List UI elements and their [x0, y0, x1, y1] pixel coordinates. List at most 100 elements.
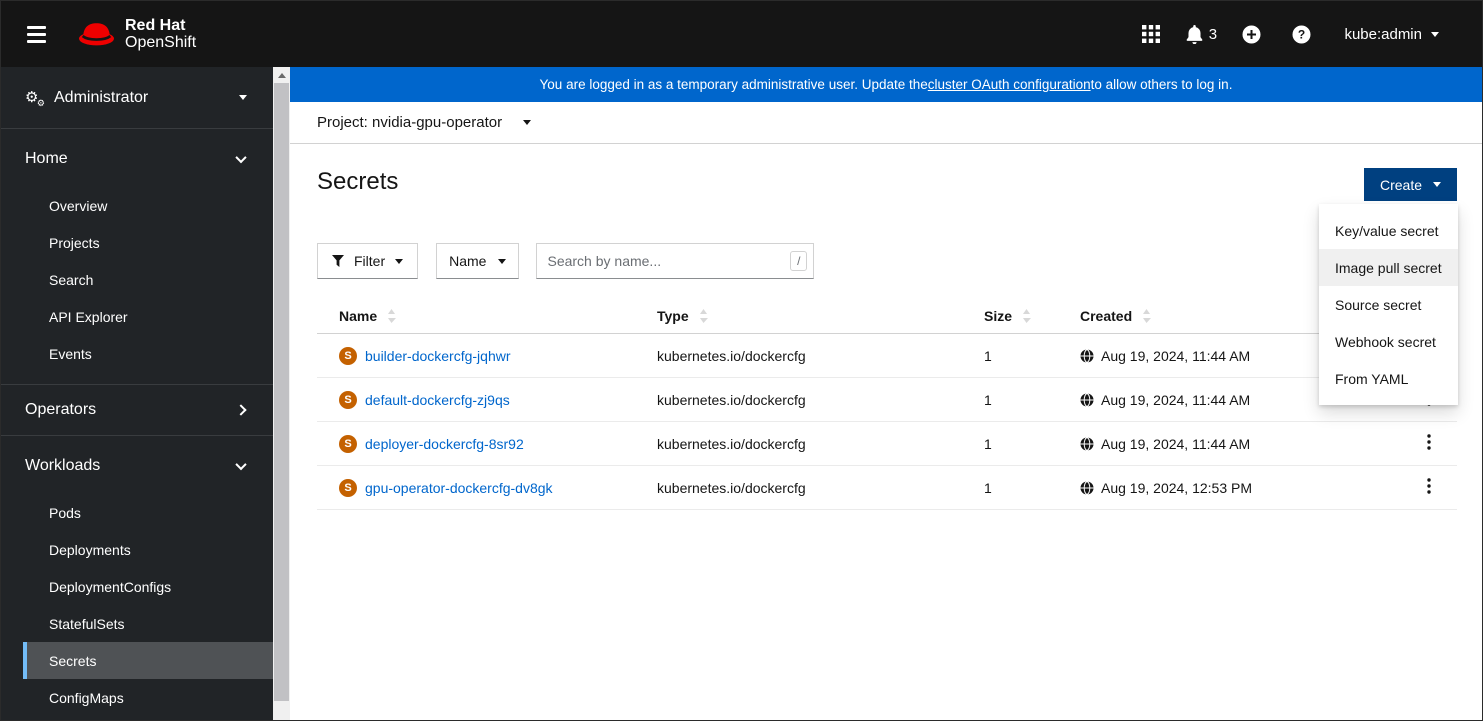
search-field-select[interactable]: Name — [436, 243, 520, 279]
secret-size: 1 — [984, 347, 992, 364]
sort-arrows-icon — [1023, 309, 1032, 323]
sidebar-item-pods[interactable]: Pods — [1, 494, 273, 531]
sort-arrows-icon — [699, 309, 708, 323]
filter-funnel-icon — [332, 255, 344, 267]
login-banner: You are logged in as a temporary adminis… — [290, 67, 1482, 102]
search-field-caret-icon — [498, 258, 507, 264]
table-header-row: Name Type Size Created — [317, 299, 1457, 334]
create-button-label: Create — [1379, 176, 1422, 193]
secret-type: kubernetes.io/dockercfg — [657, 347, 806, 364]
project-caret-icon — [523, 120, 532, 125]
row-kebab-menu-button[interactable] — [1417, 472, 1441, 503]
globe-icon — [1080, 392, 1094, 407]
secret-name-link[interactable]: default-dockercfg-zj9qs — [365, 392, 510, 408]
menu-item-from-yaml[interactable]: From YAML — [1319, 360, 1458, 397]
brand-name: Red Hat — [125, 17, 186, 34]
secret-name-link[interactable]: gpu-operator-dockercfg-dv8gk — [365, 480, 553, 496]
sidebar-item-label: ConfigMaps — [49, 689, 124, 706]
secret-created: Aug 19, 2024, 11:44 AM — [1101, 435, 1251, 452]
help-question-circle-icon: ? — [1292, 25, 1311, 43]
search-field-label: Name — [449, 253, 487, 269]
menu-item-key-value-secret[interactable]: Key/value secret — [1319, 212, 1458, 249]
secret-created: Aug 19, 2024, 11:44 AM — [1101, 347, 1251, 364]
table-row: S builder-dockercfg-jqhwr kubernetes.io/… — [317, 334, 1457, 378]
toolbar: Filter Name / — [317, 243, 1482, 279]
oauth-config-link[interactable]: cluster OAuth configuration — [928, 77, 1091, 92]
secret-name-link[interactable]: deployer-dockercfg-8sr92 — [365, 436, 524, 452]
secret-kind-badge: S — [339, 478, 357, 497]
filter-label: Filter — [354, 253, 386, 269]
page-header: Secrets Create — [290, 144, 1482, 201]
add-plus-circle-icon — [1242, 25, 1261, 43]
sidebar-item-projects[interactable]: Projects — [1, 224, 273, 261]
chevron-down-icon — [235, 151, 247, 164]
menu-item-image-pull-secret[interactable]: Image pull secret — [1319, 249, 1458, 286]
sidebar-item-deploymentconfigs[interactable]: DeploymentConfigs — [1, 568, 273, 605]
nav-sublist-workloads: Pods Deployments DeploymentConfigs State… — [1, 488, 273, 720]
nav-group-workloads[interactable]: Workloads — [1, 444, 273, 488]
scrollbar-thumb[interactable] — [274, 83, 289, 701]
help-button[interactable]: ? — [1276, 25, 1326, 44]
sidebar-item-configmaps[interactable]: ConfigMaps — [1, 679, 273, 716]
secret-type: kubernetes.io/dockercfg — [657, 479, 806, 496]
perspective-label: Administrator — [54, 88, 149, 106]
secrets-table: Name Type Size Created S builder-dockerc… — [317, 299, 1457, 510]
row-kebab-menu-button[interactable] — [1417, 428, 1441, 459]
secret-kind-badge: S — [339, 346, 357, 365]
openshift-console-window: Red Hat OpenShift 3 ? kube:admin ⚙ ⚙ Adm… — [0, 0, 1483, 721]
sidebar-item-label: Deployments — [49, 541, 131, 558]
filter-caret-icon — [395, 258, 404, 264]
menu-item-webhook-secret[interactable]: Webhook secret — [1319, 323, 1458, 360]
notifications-button[interactable]: 3 — [1176, 24, 1226, 44]
brand-product: OpenShift — [125, 34, 197, 51]
column-label: Type — [657, 308, 689, 324]
user-caret-icon — [1431, 31, 1439, 37]
main-content: You are logged in as a temporary adminis… — [290, 67, 1482, 720]
sidebar-nav: ⚙ ⚙ Administrator Home Overview Projects … — [1, 67, 273, 720]
secret-created-cell: Aug 19, 2024, 12:53 PM — [1058, 480, 1401, 496]
secret-kind-badge: S — [339, 390, 357, 409]
sidebar-item-label: API Explorer — [49, 308, 128, 325]
nav-group-home[interactable]: Home — [1, 137, 273, 181]
filter-dropdown[interactable]: Filter — [317, 243, 419, 279]
perspective-caret-icon — [239, 95, 247, 100]
perspective-switcher[interactable]: ⚙ ⚙ Administrator — [1, 67, 273, 128]
create-dropdown-menu: Key/value secret Image pull secret Sourc… — [1319, 204, 1458, 405]
notification-count: 3 — [1208, 25, 1218, 43]
scrollbar-up-button[interactable] — [273, 67, 290, 83]
notification-bell-icon — [1186, 24, 1203, 44]
secret-created-cell: Aug 19, 2024, 11:44 AM — [1058, 436, 1401, 452]
username: kube:admin — [1344, 25, 1422, 43]
project-selector-label: Project: nvidia-gpu-operator — [317, 114, 503, 131]
sidebar-item-deployments[interactable]: Deployments — [1, 531, 273, 568]
sidebar-item-label: Events — [49, 345, 92, 362]
sidebar-item-events[interactable]: Events — [1, 335, 273, 372]
sidebar-item-search[interactable]: Search — [1, 261, 273, 298]
create-button[interactable]: Create — [1363, 168, 1457, 201]
sidebar-item-overview[interactable]: Overview — [1, 187, 273, 224]
project-selector[interactable]: Project: nvidia-gpu-operator — [290, 102, 1482, 144]
column-header-size[interactable]: Size — [962, 299, 1058, 333]
secret-name-link[interactable]: builder-dockercfg-jqhwr — [365, 348, 511, 364]
hamburger-menu-icon[interactable] — [21, 20, 52, 49]
user-menu-button[interactable]: kube:admin — [1344, 26, 1439, 43]
nav-group-operators[interactable]: Operators — [1, 388, 273, 432]
add-resource-button[interactable] — [1226, 25, 1276, 44]
sort-arrows-icon — [388, 309, 397, 323]
sidebar-item-api-explorer[interactable]: API Explorer — [1, 298, 273, 335]
sidebar-item-statefulsets[interactable]: StatefulSets — [1, 605, 273, 642]
app-launcher-button[interactable] — [1126, 25, 1176, 43]
kebab-menu-icon — [1427, 434, 1431, 450]
column-header-name[interactable]: Name — [317, 299, 635, 333]
banner-text-prefix: You are logged in as a temporary adminis… — [539, 77, 928, 92]
sidebar-item-label: Overview — [49, 197, 108, 214]
svg-text:?: ? — [1298, 27, 1305, 41]
nav-divider — [1, 384, 273, 385]
globe-icon — [1080, 480, 1094, 495]
menu-item-source-secret[interactable]: Source secret — [1319, 286, 1458, 323]
app-launcher-grid-icon — [1142, 25, 1161, 43]
sidebar-item-label: StatefulSets — [49, 615, 125, 632]
search-input[interactable] — [536, 243, 815, 279]
column-header-type[interactable]: Type — [635, 299, 962, 333]
sidebar-item-secrets[interactable]: Secrets — [23, 642, 273, 679]
